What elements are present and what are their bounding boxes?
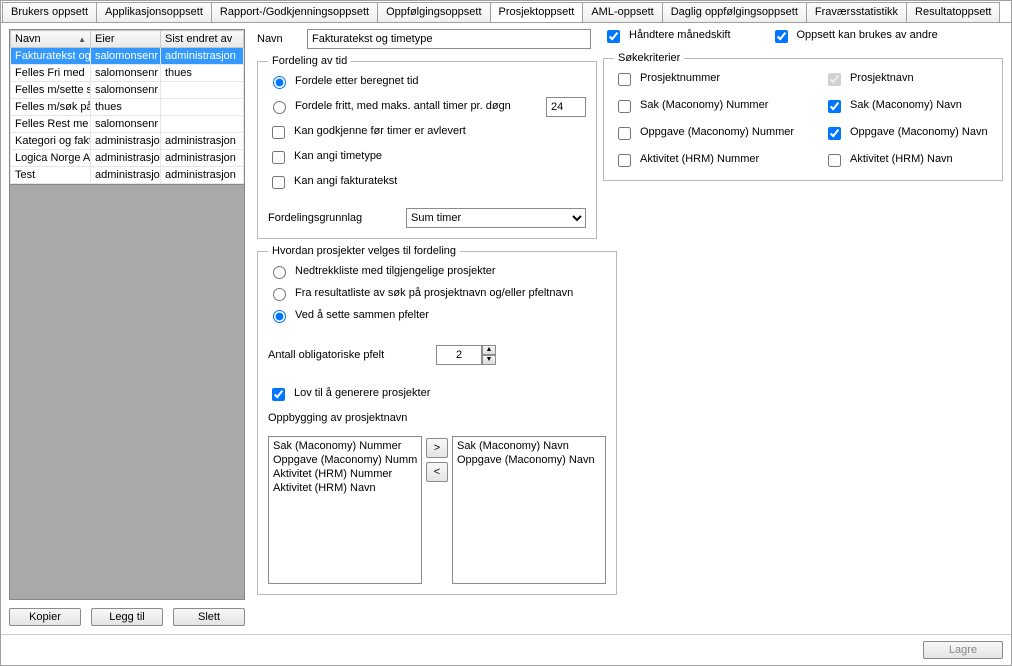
list-item[interactable]: Sak (Maconomy) Navn [457,439,601,453]
spin-down[interactable]: ▼ [482,355,496,365]
dual-list: Sak (Maconomy) NummerOppgave (Maconomy) … [268,436,606,584]
antall-input[interactable] [436,345,482,365]
radio-nedtrekk[interactable] [273,266,286,279]
radio-sammen[interactable] [273,310,286,323]
tab-daglig-oppf-lgingsoppsett[interactable]: Daglig oppfølgingsoppsett [662,2,807,23]
delete-button[interactable]: Slett [173,608,245,626]
radio-beregnet[interactable] [273,76,286,89]
search-legend: Søkekriterier [614,52,684,64]
tab-brukers-oppsett[interactable]: Brukers oppsett [2,2,97,23]
antall-spinner[interactable]: ▲ ▼ [436,345,496,365]
list-item[interactable]: Aktivitet (HRM) Nummer [273,467,417,481]
oppbygging-label: Oppbygging av prosjektnavn [268,412,606,424]
chk-oppgave-nummer[interactable] [618,127,631,140]
chk-faktura[interactable] [272,176,285,189]
copy-button[interactable]: Kopier [9,608,81,626]
chk-generere[interactable] [272,388,285,401]
fordeling-group: Fordeling av tid Fordele etter beregnet … [257,55,597,239]
tab-strip: Brukers oppsettApplikasjonsoppsettRappor… [1,1,1011,23]
chk-handtere[interactable] [607,30,620,43]
chk-godkjenne[interactable] [272,126,285,139]
list-item[interactable]: Aktivitet (HRM) Navn [273,481,417,495]
name-input[interactable] [307,29,591,49]
chk-sak-navn[interactable] [828,100,841,113]
radio-resultat[interactable] [273,288,286,301]
grid-buttons: Kopier Legg til Slett [9,600,245,626]
chk-prosjektnummer[interactable] [618,73,631,86]
left-column: Navn▲EierSist endret av Fakturatekst ogs… [9,29,245,626]
bottom-bar: Lagre [1,634,1011,665]
chk-prosjektnavn [828,73,841,86]
radio-fritt[interactable] [273,101,286,114]
table-row[interactable]: Logica Norge Aadministrasjoadministrasjo… [11,150,244,167]
right-listbox[interactable]: Sak (Maconomy) NavnOppgave (Maconomy) Na… [452,436,606,584]
maks-timer-input[interactable] [546,97,586,117]
tab-applikasjonsoppsett[interactable]: Applikasjonsoppsett [96,2,212,23]
chk-aktivitet-navn[interactable] [828,154,841,167]
add-button[interactable]: Legg til [91,608,163,626]
move-left-button[interactable]: < [426,462,448,482]
grunnlag-label: Fordelingsgrunnlag [268,212,398,224]
hvordan-legend: Hvordan prosjekter velges til fordeling [268,245,460,257]
chk-sak-nummer[interactable] [618,100,631,113]
grid-fill [10,184,244,599]
chk-oppgave-navn[interactable] [828,127,841,140]
table-row[interactable]: Kategori og faktadministrasjoadministras… [11,133,244,150]
column-header[interactable]: Sist endret av [161,31,244,48]
save-button[interactable]: Lagre [923,641,1003,659]
column-header[interactable]: Navn▲ [11,31,91,48]
move-right-button[interactable]: > [426,438,448,458]
tab-oppf-lgingsoppsett[interactable]: Oppfølgingsoppsett [377,2,490,23]
antall-label: Antall obligatoriske pfelt [268,349,428,361]
chk-brukes[interactable] [775,30,788,43]
tab-content: Navn▲EierSist endret av Fakturatekst ogs… [1,22,1011,634]
table-row[interactable]: Felles Rest mesalomonsenr [11,116,244,133]
tab-aml-oppsett[interactable]: AML-oppsett [582,2,662,23]
list-item[interactable]: Oppgave (Maconomy) Numm [273,453,417,467]
list-item[interactable]: Sak (Maconomy) Nummer [273,439,417,453]
grid-wrap: Navn▲EierSist endret av Fakturatekst ogs… [9,29,245,600]
chk-aktivitet-nummer[interactable] [618,154,631,167]
search-criteria-group: Søkekriterier Prosjektnummer Prosjektnav… [603,52,1003,181]
list-item[interactable]: Oppgave (Maconomy) Navn [457,453,601,467]
table-row[interactable]: Felles m/søk påthues [11,99,244,116]
chk-timetype[interactable] [272,151,285,164]
hvordan-group: Hvordan prosjekter velges til fordeling … [257,245,617,595]
tab-prosjektoppsett[interactable]: Prosjektoppsett [490,2,584,23]
table-row[interactable]: Felles m/sette ssalomonsenr [11,82,244,99]
form-column: Navn Fordeling av tid Fordele etter bere… [257,29,591,626]
setup-table[interactable]: Navn▲EierSist endret av Fakturatekst ogs… [10,30,244,184]
spin-up[interactable]: ▲ [482,345,496,355]
app-window: Brukers oppsettApplikasjonsoppsettRappor… [0,0,1012,666]
tab-resultatoppsett[interactable]: Resultatoppsett [906,2,1000,23]
column-header[interactable]: Eier [91,31,161,48]
tab-rapport-godkjenningsoppsett[interactable]: Rapport-/Godkjenningsoppsett [211,2,378,23]
table-row[interactable]: Felles Fri medsalomonsenrthues [11,65,244,82]
tab-frav-rsstatistikk[interactable]: Fraværsstatistikk [806,2,907,23]
left-listbox[interactable]: Sak (Maconomy) NummerOppgave (Maconomy) … [268,436,422,584]
fordeling-legend: Fordeling av tid [268,55,351,67]
name-label: Navn [257,33,299,45]
right-column: Håndtere månedskift Oppsett kan brukes a… [603,29,1003,626]
table-row[interactable]: Testadministrasjoadministrasjon [11,167,244,184]
table-row[interactable]: Fakturatekst ogsalomonsenradministrasjon [11,48,244,65]
grunnlag-select[interactable]: Sum timer [406,208,586,228]
